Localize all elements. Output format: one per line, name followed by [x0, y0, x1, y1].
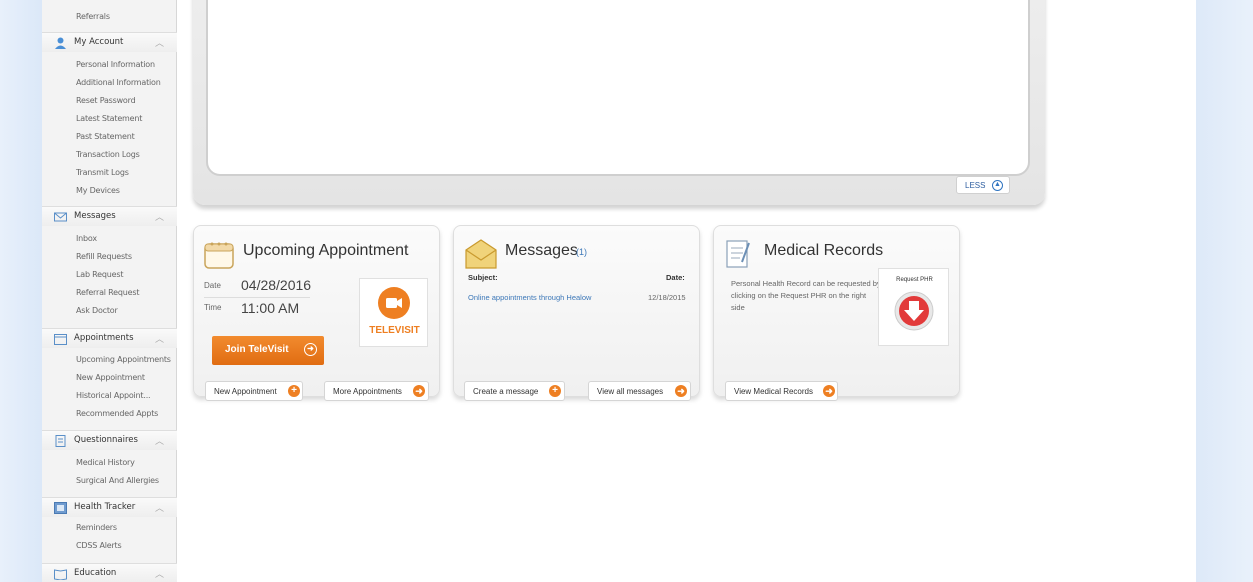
- chevron-up-icon[interactable]: ︿: [155, 501, 164, 514]
- view-all-messages-button[interactable]: View all messages ➜: [588, 381, 691, 401]
- messages-card: Messages (1) Subject: Date: Online appoi…: [453, 225, 700, 401]
- sidebar-item-my-devices[interactable]: My Devices: [76, 186, 120, 195]
- time-label: Time: [204, 303, 222, 312]
- sidebar-item-ask-doctor[interactable]: Ask Doctor: [76, 306, 118, 315]
- join-label: Join TeleVisit: [225, 344, 289, 355]
- chevron-up-icon[interactable]: ︿: [155, 36, 164, 49]
- join-televisit-button[interactable]: Join TeleVisit ➜: [212, 336, 324, 365]
- sidebar-item-latest-statement[interactable]: Latest Statement: [76, 114, 142, 123]
- download-arrow-icon: [894, 291, 934, 331]
- calendar-icon: [54, 334, 67, 345]
- sidebar-item-surgical-and-allergies[interactable]: Surgical And Allergies: [76, 476, 159, 485]
- sidebar-item-upcoming-appointments[interactable]: Upcoming Appointments: [76, 355, 171, 364]
- less-button[interactable]: LESS ▲: [956, 176, 1010, 194]
- page-background-right: [1196, 0, 1253, 582]
- sidebar-section-appointments[interactable]: Appointments ︿: [42, 328, 177, 348]
- divider: [204, 297, 310, 298]
- sidebar-item-reset-password[interactable]: Reset Password: [76, 96, 136, 105]
- create-message-button[interactable]: Create a message +: [464, 381, 565, 401]
- upcoming-appointment-card: Upcoming Appointment Date 04/28/2016 Tim…: [193, 225, 440, 401]
- video-camera-icon: [378, 287, 410, 319]
- section-label: Appointments: [74, 333, 134, 343]
- message-count[interactable]: (1): [576, 247, 587, 257]
- less-label: LESS: [965, 181, 986, 190]
- sidebar-item-transaction-logs[interactable]: Transaction Logs: [76, 150, 140, 159]
- content-panel: [206, 0, 1030, 176]
- view-medical-records-label: View Medical Records: [734, 387, 813, 396]
- calendar-icon: [204, 242, 234, 269]
- sidebar-item-recommended-appts[interactable]: Recommended Appts: [76, 409, 158, 418]
- request-phr-label: Request PHR: [896, 277, 933, 283]
- sidebar-item-inbox[interactable]: Inbox: [76, 234, 97, 243]
- envelope-icon: [465, 239, 497, 269]
- chevron-up-icon[interactable]: ︿: [155, 332, 164, 345]
- televisit-badge: TELEVISIT: [359, 278, 428, 347]
- appointment-time: 11:00 AM: [241, 300, 300, 316]
- collapse-up-icon: ▲: [992, 180, 1003, 191]
- sidebar-item-lab-request[interactable]: Lab Request: [76, 270, 123, 279]
- health-tracker-icon: [54, 502, 67, 514]
- more-appointments-button[interactable]: More Appointments ➜: [324, 381, 429, 401]
- sidebar-item-refill-requests[interactable]: Refill Requests: [76, 252, 132, 261]
- arrow-right-icon: ➜: [413, 385, 425, 397]
- new-appointment-label: New Appointment: [214, 387, 277, 396]
- card-title: Medical Records: [764, 242, 884, 259]
- sidebar-item-medical-history[interactable]: Medical History: [76, 458, 135, 467]
- section-label: Health Tracker: [74, 502, 136, 512]
- sidebar-section-education[interactable]: Education ︿: [42, 563, 177, 582]
- sidebar-item-referrals[interactable]: Referrals: [76, 12, 110, 21]
- sidebar-item-additional-information[interactable]: Additional Information: [76, 78, 161, 87]
- new-appointment-button[interactable]: New Appointment +: [205, 381, 303, 401]
- section-label: Messages: [74, 211, 116, 221]
- sidebar-item-referral-request[interactable]: Referral Request: [76, 288, 139, 297]
- records-description: Personal Health Record can be requested …: [731, 279, 881, 312]
- date-label: Date: [204, 281, 221, 290]
- chevron-up-icon[interactable]: ︿: [155, 567, 164, 580]
- card-title: Messages: [505, 242, 578, 259]
- arrow-right-icon: ➜: [675, 385, 687, 397]
- arrow-right-icon: ➜: [823, 385, 835, 397]
- sidebar-item-cdss-alerts[interactable]: CDSS Alerts: [76, 541, 122, 550]
- sidebar-section-questionnaires[interactable]: Questionnaires ︿: [42, 430, 177, 450]
- clipboard-icon: [726, 240, 750, 268]
- subject-header: Subject:: [468, 273, 498, 282]
- plus-icon: +: [288, 385, 300, 397]
- section-label: My Account: [74, 37, 124, 47]
- sidebar-item-reminders[interactable]: Reminders: [76, 523, 117, 532]
- sidebar-section-health-tracker[interactable]: Health Tracker ︿: [42, 497, 177, 517]
- date-header: Date:: [666, 273, 685, 282]
- book-icon: [54, 569, 67, 580]
- view-medical-records-button[interactable]: View Medical Records ➜: [725, 381, 838, 401]
- sidebar-section-my-account[interactable]: My Account ︿: [42, 32, 177, 52]
- sidebar: Referrals My Account ︿ Personal Informat…: [42, 0, 177, 582]
- page-background-left: [0, 0, 42, 582]
- appointment-date: 04/28/2016: [241, 277, 312, 293]
- arrow-right-icon: ➜: [304, 343, 317, 356]
- sidebar-item-new-appointment[interactable]: New Appointment: [76, 373, 145, 382]
- sidebar-section-messages[interactable]: Messages ︿: [42, 206, 177, 226]
- sidebar-item-personal-information[interactable]: Personal Information: [76, 60, 155, 69]
- televisit-label: TELEVISIT: [369, 325, 420, 336]
- user-icon: [55, 37, 66, 49]
- card-title: Upcoming Appointment: [243, 242, 409, 259]
- chevron-up-icon[interactable]: ︿: [155, 434, 164, 447]
- document-icon: [55, 435, 66, 447]
- sidebar-item-transmit-logs[interactable]: Transmit Logs: [76, 168, 129, 177]
- message-date: 12/18/2015: [648, 293, 686, 302]
- create-message-label: Create a message: [473, 387, 539, 396]
- view-all-messages-label: View all messages: [597, 387, 664, 396]
- plus-icon: +: [549, 385, 561, 397]
- section-label: Education: [74, 568, 117, 578]
- section-label: Questionnaires: [74, 435, 138, 445]
- request-phr-button[interactable]: Request PHR: [878, 268, 949, 346]
- envelope-icon: [54, 212, 67, 222]
- medical-records-card: Medical Records Personal Health Record c…: [713, 225, 960, 401]
- sidebar-item-past-statement[interactable]: Past Statement: [76, 132, 135, 141]
- chevron-up-icon[interactable]: ︿: [155, 210, 164, 223]
- more-appointments-label: More Appointments: [333, 387, 402, 396]
- sidebar-item-historical-appointments[interactable]: Historical Appoint...: [76, 391, 151, 400]
- message-subject-link[interactable]: Online appointments through Healow: [468, 293, 591, 302]
